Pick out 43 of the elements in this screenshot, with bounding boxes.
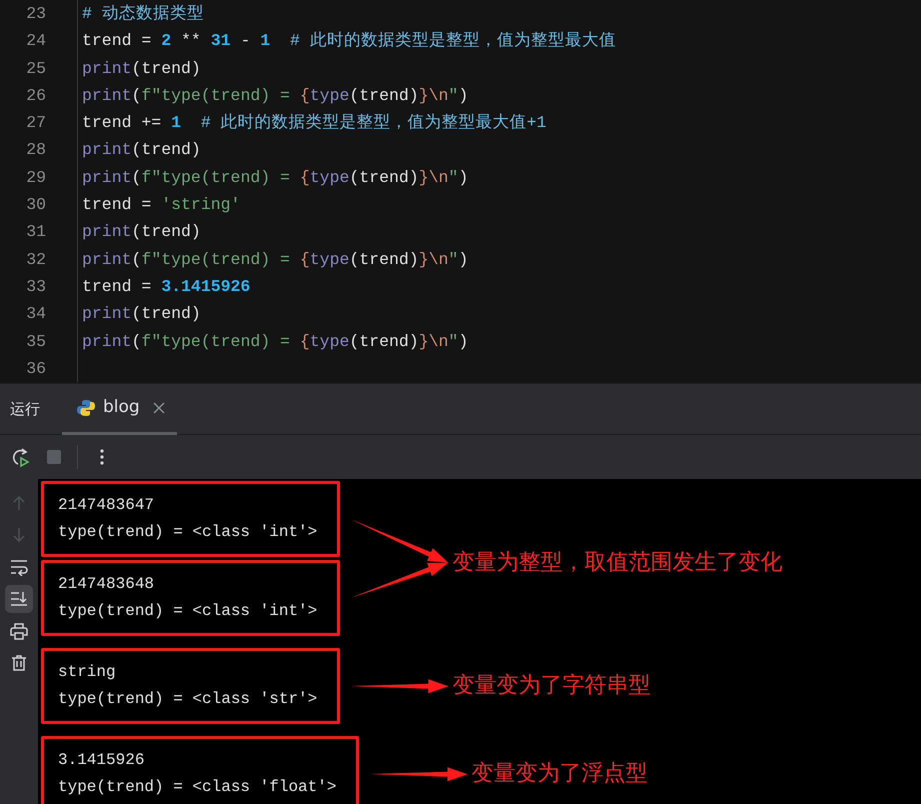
- line-number: 27: [25, 112, 46, 134]
- code-line: print(trend): [81, 303, 201, 326]
- line-number: 28: [25, 139, 46, 162]
- line-number: 33: [25, 276, 46, 298]
- output-line: string: [58, 662, 117, 683]
- line-number: 32: [25, 248, 46, 271]
- output-line: 3.1415926: [58, 750, 146, 771]
- scroll-to-end-icon[interactable]: [5, 585, 33, 613]
- line-number: 31: [25, 221, 46, 244]
- output-line: 2147483647: [58, 495, 156, 516]
- code-line: print(f"type(trend) = {type(trend)}\n"): [81, 84, 468, 107]
- output-line: 2147483648: [58, 574, 156, 595]
- line-number: 24: [25, 30, 46, 52]
- annotation-label: 变量为整型，取值范围发生了变化: [452, 550, 782, 576]
- output-line: type(trend) = <class 'int'>: [58, 522, 318, 543]
- code-line: print(trend): [81, 58, 201, 80]
- more-icon[interactable]: [100, 448, 104, 466]
- line-number: 23: [25, 3, 46, 25]
- code-line: # 动态数据类型: [81, 3, 204, 25]
- line-number: 29: [25, 166, 46, 189]
- code-line: trend = 2 ** 31 - 1 # 此时的数据类型是整型，值为整型最大值: [81, 30, 616, 52]
- line-number: 26: [25, 84, 46, 107]
- code-line: trend = 'string': [81, 194, 240, 216]
- line-number: 25: [25, 58, 46, 80]
- code-line: trend = 3.1415926: [81, 276, 250, 298]
- line-number: 30: [25, 194, 46, 216]
- code-line: print(f"type(trend) = {type(trend)}\n"): [81, 248, 468, 271]
- code-line: print(f"type(trend) = {type(trend)}\n"): [81, 330, 468, 353]
- close-icon[interactable]: [152, 402, 165, 414]
- output-line: type(trend) = <class 'int'>: [58, 601, 318, 622]
- output-line: type(trend) = <class 'str'>: [58, 689, 318, 710]
- code-line: trend += 1 # 此时的数据类型是整型，值为整型最大值+1: [81, 112, 546, 134]
- line-number: 35: [25, 330, 46, 353]
- annotation-label: 变量变为了浮点型: [471, 761, 648, 788]
- code-line: print(f"type(trend) = {type(trend)}\n"): [81, 166, 468, 189]
- annotation-label: 变量变为了字符串型: [452, 673, 650, 700]
- code-line: print(trend): [81, 221, 201, 244]
- panel-title: 运行: [10, 398, 40, 420]
- line-number: 36: [25, 358, 46, 380]
- output-line: type(trend) = <class 'float'>: [58, 777, 336, 798]
- code-line: print(trend): [81, 139, 201, 162]
- line-number: 34: [25, 303, 46, 326]
- python-icon: [76, 398, 96, 418]
